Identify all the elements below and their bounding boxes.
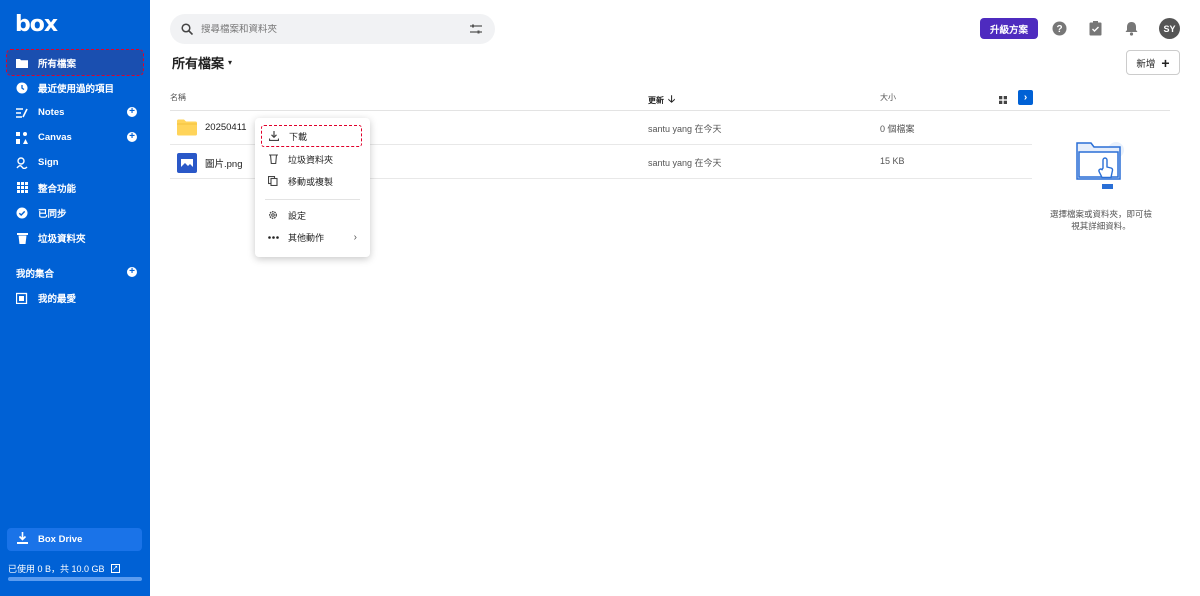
- trash-icon: [267, 153, 279, 165]
- page-title-text: 所有檔案: [172, 56, 225, 71]
- sidebar-item-label: 我的最愛: [38, 293, 77, 305]
- new-button[interactable]: 新增 +: [1126, 50, 1180, 75]
- storage-usage-bar: [8, 577, 142, 581]
- sign-icon: [16, 156, 28, 169]
- trash-icon: [16, 232, 28, 244]
- menu-item-label: 其他動作: [288, 232, 325, 243]
- svg-text:?: ?: [1056, 24, 1062, 35]
- collections-label: 我的集合: [16, 268, 55, 280]
- column-header-name[interactable]: 名稱: [170, 92, 186, 103]
- column-header-label: 大小: [880, 93, 896, 102]
- sidebar-item-integrations[interactable]: 整合功能: [0, 175, 150, 200]
- menu-item-move-copy[interactable]: 移動或複製: [255, 170, 370, 192]
- file-size: 15 KB: [880, 156, 905, 166]
- menu-item-label: 設定: [288, 210, 307, 221]
- search-icon: [180, 22, 194, 36]
- context-menu: 下載 垃圾資料夾 移動或複製 設定 其他動作 ›: [255, 118, 370, 257]
- sidebar: box 所有檔案 最近使用過的項目 Notes + Canvas + Sign …: [0, 0, 150, 596]
- sidebar-item-label: Sign: [38, 157, 59, 168]
- add-collection-icon[interactable]: +: [127, 267, 137, 277]
- file-name[interactable]: 圖片.png: [205, 156, 243, 170]
- menu-item-more-actions[interactable]: 其他動作 ›: [255, 226, 370, 248]
- storage-usage-text: 已使用 0 B，共 10.0 GB: [8, 564, 105, 574]
- add-note-icon[interactable]: +: [127, 107, 137, 117]
- search-input[interactable]: [201, 23, 461, 35]
- sidebar-item-favorites[interactable]: 我的最愛: [0, 285, 150, 310]
- more-icon: [267, 231, 279, 243]
- box-drive-button[interactable]: Box Drive: [7, 528, 142, 551]
- search-bar: [170, 14, 495, 44]
- sidebar-item-label: Canvas: [38, 132, 72, 143]
- collections-title: 我的集合 +: [0, 260, 150, 285]
- sidebar-item-notes[interactable]: Notes +: [0, 100, 150, 125]
- sidebar-item-all-files[interactable]: 所有檔案: [6, 49, 144, 76]
- menu-divider: [265, 199, 360, 200]
- page-title[interactable]: 所有檔案 ▾: [172, 53, 232, 72]
- avatar[interactable]: SY: [1159, 18, 1180, 39]
- menu-item-trash[interactable]: 垃圾資料夾: [255, 148, 370, 170]
- file-updated: santu yang 在今天: [648, 158, 722, 168]
- sidebar-nav: 所有檔案 最近使用過的項目 Notes + Canvas + Sign 整合功能…: [0, 49, 150, 310]
- menu-item-label: 垃圾資料夾: [288, 154, 334, 165]
- image-file-icon: [177, 153, 197, 173]
- folder-icon: [177, 119, 197, 137]
- tasks-clipboard-icon[interactable]: [1087, 20, 1103, 36]
- notifications-bell-icon[interactable]: [1123, 20, 1139, 36]
- filter-icon[interactable]: [469, 22, 483, 36]
- file-updated: santu yang 在今天: [648, 124, 722, 134]
- synced-check-icon: [16, 207, 28, 219]
- gear-icon: [267, 209, 279, 221]
- menu-item-settings[interactable]: 設定: [255, 204, 370, 226]
- sidebar-item-synced[interactable]: 已同步: [0, 200, 150, 225]
- file-size: 0 個檔案: [880, 124, 915, 134]
- file-name[interactable]: 20250411: [205, 122, 247, 133]
- favorites-icon: [16, 292, 28, 304]
- column-header-updated[interactable]: 更新 🡣: [648, 92, 675, 109]
- sidebar-item-label: 所有檔案: [38, 58, 77, 70]
- storage-usage: 已使用 0 B，共 10.0 GB ↗: [8, 562, 120, 575]
- details-panel-toggle-chevron-icon[interactable]: ›: [1018, 90, 1033, 105]
- sidebar-item-label: Notes: [38, 107, 65, 118]
- help-icon[interactable]: ?: [1051, 20, 1067, 36]
- sidebar-item-label: 最近使用過的項目: [38, 83, 115, 95]
- sidebar-item-sign[interactable]: Sign: [0, 150, 150, 175]
- sidebar-item-label: 垃圾資料夾: [38, 233, 86, 245]
- select-file-illustration-icon: [1074, 140, 1128, 190]
- caret-down-icon: ▾: [228, 58, 233, 67]
- sidebar-item-trash[interactable]: 垃圾資料夾: [0, 225, 150, 250]
- canvas-icon: [16, 131, 28, 144]
- menu-item-download[interactable]: 下載: [261, 125, 362, 147]
- notes-icon: [16, 107, 28, 119]
- folder-icon: [16, 57, 28, 69]
- sidebar-item-recents[interactable]: 最近使用過的項目: [0, 75, 150, 100]
- box-logo[interactable]: box: [15, 12, 58, 37]
- menu-item-label: 移動或複製: [288, 176, 334, 187]
- download-icon: [17, 532, 28, 547]
- column-header-label: 更新: [648, 96, 664, 105]
- upgrade-button[interactable]: 升級方案: [980, 18, 1038, 39]
- apps-grid-icon: [16, 182, 28, 194]
- external-link-icon[interactable]: ↗: [110, 564, 120, 573]
- sidebar-item-canvas[interactable]: Canvas +: [0, 125, 150, 150]
- column-header-label: 名稱: [170, 93, 186, 102]
- copy-icon: [267, 175, 279, 187]
- grid-view-icon[interactable]: [999, 93, 1007, 104]
- sort-down-arrow-icon: 🡣: [668, 94, 676, 105]
- chevron-right-icon: ›: [353, 231, 357, 243]
- new-button-label: 新增: [1136, 58, 1156, 70]
- column-header-size[interactable]: 大小: [880, 92, 896, 103]
- sidebar-item-label: 整合功能: [38, 183, 77, 195]
- clock-icon: [16, 82, 28, 94]
- sidebar-item-label: 已同步: [38, 208, 67, 220]
- plus-icon: +: [1161, 54, 1170, 71]
- details-empty-text: 選擇檔案或資料夾，即可檢視其詳細資料。: [1049, 209, 1152, 231]
- add-canvas-icon[interactable]: +: [127, 132, 137, 142]
- menu-item-label: 下載: [289, 131, 308, 142]
- box-drive-label: Box Drive: [38, 534, 83, 545]
- download-icon: [268, 130, 280, 142]
